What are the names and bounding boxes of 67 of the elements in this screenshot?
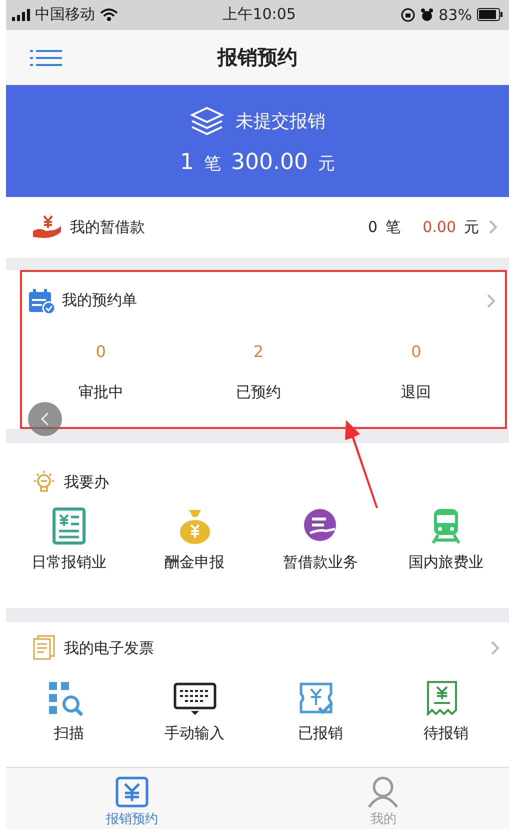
status-counter[interactable]: 0 退回 bbox=[337, 342, 495, 402]
ledger-yen-icon bbox=[50, 507, 87, 546]
status-counter[interactable]: 2 已预约 bbox=[180, 342, 338, 402]
counter-value: 0 bbox=[411, 342, 422, 361]
loan-label: 我的暂借款 bbox=[70, 218, 146, 237]
banner-label: 未提交报销 bbox=[236, 110, 326, 134]
invoice-action[interactable]: 已报销 bbox=[258, 680, 384, 744]
count-unit: 笔 bbox=[386, 218, 401, 237]
invoices-header[interactable]: 我的电子发票 bbox=[6, 622, 509, 674]
receipts-icon bbox=[32, 635, 56, 662]
reservations-header[interactable]: 我的预约单 bbox=[22, 272, 505, 314]
shortcut-label: 酬金申报 bbox=[164, 553, 225, 572]
section-title: 我的电子发票 bbox=[64, 638, 155, 658]
shortcut-item[interactable]: 国内旅费业 bbox=[383, 507, 509, 572]
battery-percent: 83% bbox=[438, 6, 472, 24]
summary-banner[interactable]: 未提交报销 1 笔 300.00 元 bbox=[6, 84, 509, 197]
menu-icon bbox=[30, 48, 62, 68]
action-label: 已报销 bbox=[298, 724, 343, 744]
shortcut-label: 国内旅费业 bbox=[408, 553, 484, 572]
back-button[interactable] bbox=[28, 402, 62, 436]
counter-label: 已预约 bbox=[236, 382, 281, 402]
menu-button[interactable] bbox=[30, 48, 62, 68]
record-count: 1 bbox=[180, 150, 194, 176]
shortcut-label: 日常报销业 bbox=[31, 553, 106, 572]
status-counter[interactable]: 0 审批中 bbox=[22, 342, 180, 402]
chevron-right-icon bbox=[485, 292, 497, 309]
loan-count: 0 bbox=[368, 218, 378, 236]
tab-label: 我的 bbox=[370, 811, 396, 828]
shortcut-item[interactable]: 暂借款业务 bbox=[258, 507, 384, 572]
counter-value: 2 bbox=[253, 342, 264, 361]
page-title: 报销预约 bbox=[218, 44, 298, 71]
battery-icon bbox=[476, 8, 503, 22]
chevron-right-icon bbox=[487, 219, 499, 236]
tab-item[interactable]: 报销预约 bbox=[6, 768, 258, 829]
carrier-name: 中国移动 bbox=[35, 5, 95, 24]
count-unit: 笔 bbox=[204, 153, 221, 176]
layers-icon bbox=[190, 106, 224, 136]
status-time: 上午10:05 bbox=[222, 5, 296, 24]
chevron-right-icon bbox=[489, 640, 501, 656]
amount-unit: 元 bbox=[318, 153, 335, 176]
loan-row[interactable]: 我的暂借款 0 笔 0.00 元 bbox=[6, 196, 509, 258]
amount-unit: 元 bbox=[464, 218, 479, 237]
loan-amount: 0.00 bbox=[422, 218, 456, 236]
section-title: 我要办 bbox=[64, 472, 110, 492]
counter-label: 退回 bbox=[401, 382, 432, 402]
counter-value: 0 bbox=[96, 342, 106, 361]
invoice-action[interactable]: 扫描 bbox=[6, 680, 132, 744]
total-amount: 300.00 bbox=[231, 150, 308, 176]
lightbulb-icon bbox=[32, 470, 56, 494]
action-label: 扫描 bbox=[54, 724, 84, 744]
signal-icon bbox=[12, 8, 30, 21]
invoice-action[interactable]: 手动输入 bbox=[132, 680, 258, 744]
counter-label: 审批中 bbox=[78, 382, 124, 402]
reservations-title: 我的预约单 bbox=[62, 291, 138, 310]
keyboard-icon bbox=[172, 680, 217, 716]
calendar-check-icon bbox=[28, 288, 56, 314]
shortcut-item[interactable]: 酬金申报 bbox=[132, 507, 258, 572]
invoice-action[interactable]: 待报销 bbox=[383, 680, 509, 744]
rotation-lock-icon bbox=[400, 8, 415, 22]
shortcut-item[interactable]: 日常报销业 bbox=[6, 507, 132, 572]
hand-yen-icon bbox=[32, 215, 62, 240]
action-label: 待报销 bbox=[424, 724, 469, 744]
chevron-left-icon bbox=[39, 411, 51, 427]
wifi-icon bbox=[100, 8, 118, 22]
action-label: 手动输入 bbox=[164, 724, 225, 744]
shortcut-label: 暂借款业务 bbox=[282, 553, 358, 572]
tab-label: 报销预约 bbox=[106, 811, 158, 828]
